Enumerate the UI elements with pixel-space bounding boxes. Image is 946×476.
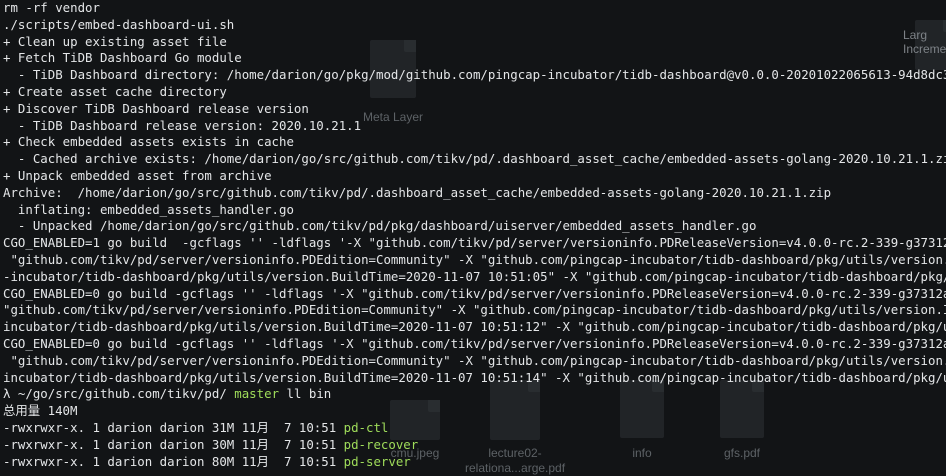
terminal-output-line: CGO_ENABLED=0 go build -gcflags '' -ldfl… <box>3 335 946 351</box>
terminal-output-line: - TiDB Dashboard release version: 2020.1… <box>3 117 362 133</box>
prompt-path: λ ~/go/src/github.com/tikv/pd/ <box>3 386 227 402</box>
terminal-output-line: "github.com/tikv/pd/server/versioninfo.P… <box>3 302 946 318</box>
terminal-output-line: "github.com/tikv/pd/server/versioninfo.P… <box>3 352 946 368</box>
executable-name: pd-ctl <box>343 419 389 435</box>
terminal-output-line: CGO_ENABLED=1 go build -gcflags '' -ldfl… <box>3 235 946 251</box>
file-meta: -rwxrwxr-x. 1 darion darion 31M 11月 7 10… <box>3 419 344 435</box>
prompt-command: ll bin <box>286 386 332 402</box>
file-meta: -rwxrwxr-x. 1 darion darion 30M 11月 7 10… <box>3 436 344 452</box>
terminal-output-line: "github.com/tikv/pd/server/versioninfo.P… <box>3 251 946 267</box>
terminal-output-line: CGO_ENABLED=0 go build -gcflags '' -ldfl… <box>3 285 946 301</box>
terminal-output-line: + Unpack embedded asset from archive <box>3 167 272 183</box>
terminal-output-line: + Fetch TiDB Dashboard Go module <box>3 50 242 66</box>
terminal-output-line: incubator/tidb-dashboard/pkg/utils/versi… <box>3 319 946 335</box>
executable-name: pd-server <box>343 453 411 469</box>
file-row: -rwxrwxr-x. 1 darion darion 30M 11月 7 10… <box>3 437 946 454</box>
terminal-output-line: - Unpacked /home/darion/go/src/github.co… <box>3 218 757 234</box>
terminal-output-line: - Cached archive exists: /home/darion/go… <box>3 151 946 167</box>
terminal-output-line: ./scripts/embed-dashboard-ui.sh <box>3 16 235 32</box>
terminal-output: rm -rf vendor ./scripts/embed-dashboard-u… <box>3 0 946 386</box>
file-meta: -rwxrwxr-x. 1 darion darion 80M 11月 7 10… <box>3 453 344 469</box>
file-row: -rwxrwxr-x. 1 darion darion 31M 11月 7 10… <box>3 420 946 437</box>
terminal-output-line: + Discover TiDB Dashboard release versio… <box>3 100 309 116</box>
terminal-output-line: + Clean up existing asset file <box>3 33 227 49</box>
terminal-window[interactable]: rm -rf vendor ./scripts/embed-dashboard-u… <box>0 0 946 474</box>
terminal-output-line: + Check embedded assets exists in cache <box>3 134 294 150</box>
terminal-output-line: + Create asset cache directory <box>3 83 227 99</box>
shell-prompt-line: λ ~/go/src/github.com/tikv/pd/ master ll… <box>3 386 946 403</box>
terminal-output-line: -incubator/tidb-dashboard/pkg/utils/vers… <box>3 268 946 284</box>
listing-total: 总用量 140M <box>3 403 78 419</box>
terminal-output-line: - TiDB Dashboard directory: /home/darion… <box>3 67 946 83</box>
file-row: -rwxrwxr-x. 1 darion darion 80M 11月 7 10… <box>3 454 946 471</box>
executable-name: pd-recover <box>343 436 419 452</box>
terminal-output-line: rm -rf vendor <box>3 0 100 15</box>
terminal-output-line: inflating: embedded_assets_handler.go <box>3 201 294 217</box>
terminal-output-line: Archive: /home/darion/go/src/github.com/… <box>3 184 832 200</box>
terminal-output-line: incubator/tidb-dashboard/pkg/utils/versi… <box>3 369 946 385</box>
git-branch: master <box>234 386 280 402</box>
